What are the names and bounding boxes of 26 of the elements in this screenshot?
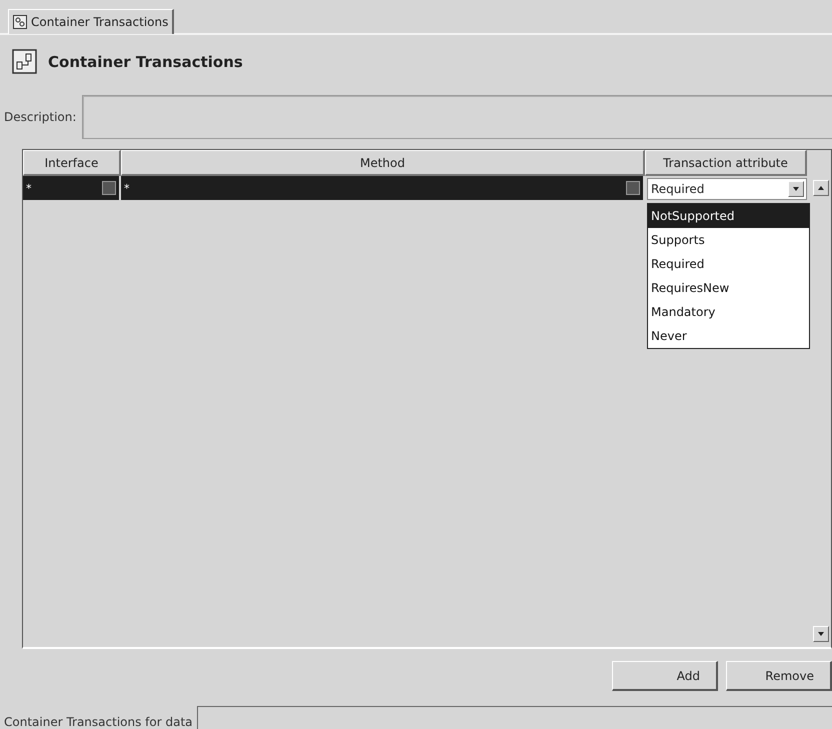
action-button[interactable]: Remove bbox=[726, 661, 832, 691]
cell-text: * bbox=[124, 182, 130, 194]
container-icon bbox=[13, 15, 27, 29]
down-arrow-icon bbox=[818, 632, 824, 636]
tab[interactable]: Container Transactions bbox=[8, 9, 174, 34]
container-icon bbox=[12, 49, 38, 75]
scroll-up-button[interactable] bbox=[813, 180, 829, 196]
footer-label: Container Transactions for data bbox=[4, 715, 193, 729]
browse-icon[interactable] bbox=[626, 181, 640, 195]
panel-title: Container Transactions bbox=[48, 53, 243, 71]
dropdown-option[interactable]: NotSupported bbox=[648, 204, 809, 228]
description-field[interactable] bbox=[82, 95, 832, 139]
action-button[interactable]: Add bbox=[612, 661, 718, 691]
column-header[interactable]: Transaction attribute bbox=[645, 150, 807, 176]
caret-icon bbox=[793, 187, 799, 191]
browse-icon[interactable] bbox=[102, 181, 116, 195]
attribute-dropdown[interactable]: Required bbox=[647, 178, 807, 200]
footer-field[interactable] bbox=[196, 706, 832, 729]
column-header[interactable]: Interface bbox=[23, 150, 121, 176]
cell-text: * bbox=[26, 182, 32, 194]
scroll-down-button[interactable] bbox=[813, 626, 829, 642]
description-label: Description: bbox=[4, 110, 76, 124]
table-cell[interactable]: * bbox=[23, 176, 121, 200]
table-cell[interactable]: * bbox=[121, 176, 645, 200]
up-arrow-icon bbox=[818, 186, 824, 190]
column-header[interactable]: Method bbox=[121, 150, 645, 176]
